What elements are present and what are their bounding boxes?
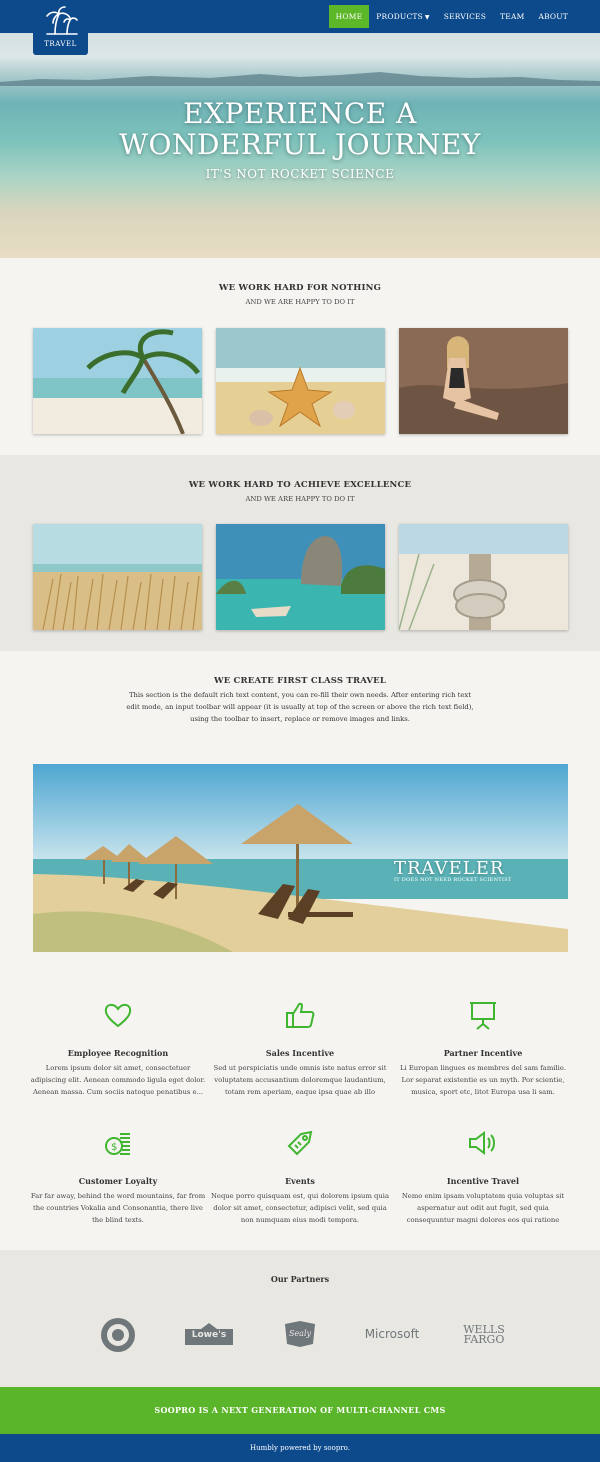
feature-text: Sed ut perspiciatis unde omnis iste natu… [213, 1064, 387, 1096]
menu-item-about[interactable]: ABOUT [531, 5, 575, 28]
hero-section: EXPERIENCE A WONDERFUL JOURNEY IT'S NOT … [0, 0, 600, 258]
feature-customer-loyalty: $ Customer Loyalty Far far away, behind … [28, 1128, 208, 1226]
feature-text: Neque porro quisquam est, qui dolorem ip… [210, 1192, 389, 1224]
section-subtitle: AND WE ARE HAPPY TO DO IT [245, 298, 355, 306]
feature-text: Far far away, behind the word mountains,… [30, 1192, 206, 1224]
feature-text: Li Europan lingues es membres del sam fa… [399, 1064, 567, 1096]
photo-rock-islands [216, 524, 385, 630]
caret-down-icon: ▼ [424, 14, 430, 21]
partner-logo-sealy[interactable]: Sealy [283, 1320, 317, 1348]
top-navbar: HOME PRODUCTS ▼ SERVICES TEAM ABOUT [0, 0, 600, 33]
banner-subtitle: IT DOES NOT NEED ROCKET SCIENTIST [394, 877, 512, 883]
section-subtitle: AND WE ARE HAPPY TO DO IT [245, 495, 355, 503]
menu-item-services[interactable]: SERVICES [437, 5, 493, 28]
palm-tree-icon [45, 6, 78, 35]
partner-logo-microsoft[interactable]: Microsoft [360, 1326, 424, 1342]
main-menu: HOME PRODUCTS ▼ SERVICES TEAM ABOUT [328, 5, 575, 28]
feature-title: Incentive Travel [446, 1176, 520, 1186]
photo-rope-post [399, 524, 568, 630]
cta-banner: SOOPRO IS A NEXT GENERATION OF MULTI-CHA… [0, 1387, 600, 1434]
hero-subtitle: IT'S NOT ROCKET SCIENCE [205, 167, 395, 181]
menu-item-home[interactable]: HOME [328, 5, 370, 28]
photo-dune-grass [33, 524, 202, 630]
partner-logo-target[interactable] [99, 1316, 137, 1354]
section-work-hard: WE WORK HARD FOR NOTHING AND WE ARE HAPP… [0, 258, 600, 455]
site-logo[interactable]: TRAVEL [33, 0, 88, 55]
feature-title: Customer Loyalty [78, 1176, 158, 1186]
feature-incentive-travel: Incentive Travel Nemo enim ipsam volupta… [393, 1128, 573, 1226]
section-title: WE WORK HARD TO ACHIEVE EXCELLENCE [188, 480, 412, 490]
price-tag-icon [210, 1128, 390, 1158]
feature-sales-incentive: Sales Incentive Sed ut perspiciatis unde… [210, 1000, 390, 1098]
feature-title: Sales Incentive [265, 1048, 335, 1058]
partner-logo-wells-fargo[interactable]: WELLS FARGO [456, 1322, 512, 1348]
heart-icon [28, 1000, 208, 1030]
feature-title: Events [285, 1176, 315, 1186]
section-title: WE CREATE FIRST CLASS TRAVEL [213, 676, 387, 686]
photo-woman-rocks [399, 328, 568, 434]
section-title: WE WORK HARD FOR NOTHING [218, 283, 382, 293]
feature-events: Events Neque porro quisquam est, qui dol… [210, 1128, 390, 1226]
thumbs-up-icon [210, 1000, 390, 1030]
footer: Humbly powered by soopro. [0, 1434, 600, 1462]
menu-item-products[interactable]: PRODUCTS ▼ [369, 5, 436, 28]
hero-islands-image [0, 72, 600, 86]
megaphone-icon [393, 1128, 573, 1158]
section-excellence: WE WORK HARD TO ACHIEVE EXCELLENCE AND W… [0, 455, 600, 651]
logo-text: TRAVEL [44, 40, 77, 48]
svg-text:$: $ [111, 1142, 117, 1153]
presentation-board-icon [393, 1000, 573, 1030]
section-body-text: This section is the default rich text co… [126, 691, 474, 723]
feature-partner-incentive: Partner Incentive Li Europan lingues es … [393, 1000, 573, 1098]
hero-title: EXPERIENCE A WONDERFUL JOURNEY [119, 97, 481, 161]
photo-palm-beach [33, 328, 202, 434]
coins-icon: $ [28, 1128, 208, 1158]
feature-title: Employee Recognition [67, 1048, 169, 1058]
feature-title: Partner Incentive [443, 1048, 523, 1058]
feature-employee-recognition: Employee Recognition Lorem ipsum dolor s… [28, 1000, 208, 1098]
feature-text: Nemo enim ipsam voluptatem quia voluptas… [401, 1192, 565, 1224]
features-section: Employee Recognition Lorem ipsum dolor s… [0, 967, 600, 1250]
menu-item-team[interactable]: TEAM [493, 5, 531, 28]
photo-starfish [216, 328, 385, 434]
feature-text: Lorem ipsum dolor sit amet, consectetuer… [30, 1064, 206, 1096]
partners-section [0, 1250, 600, 1387]
partner-logo-lowes[interactable]: Lowe's [183, 1321, 235, 1347]
banner-title: TRAVELER [394, 858, 505, 879]
partners-title: Our Partners [270, 1274, 330, 1284]
